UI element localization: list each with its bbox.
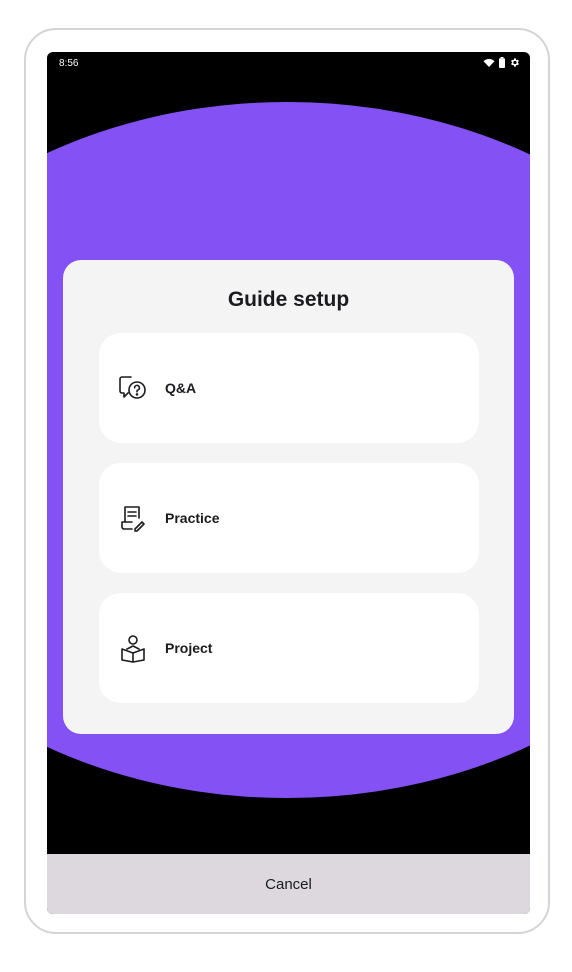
option-qa-label: Q&A xyxy=(165,380,197,396)
option-qa[interactable]: Q&A xyxy=(99,333,479,443)
option-project-label: Project xyxy=(165,640,213,656)
dialog-title: Guide setup xyxy=(227,288,350,311)
status-bar: 8:56 xyxy=(47,52,530,74)
cancel-button[interactable]: Cancel xyxy=(47,854,530,914)
guide-setup-dialog: Guide setup Q&A Practice Project xyxy=(63,260,514,734)
reader-book-icon xyxy=(117,632,149,664)
option-practice[interactable]: Practice xyxy=(99,463,479,573)
document-edit-icon xyxy=(117,502,149,534)
status-icons xyxy=(483,57,520,71)
wifi-icon xyxy=(483,58,495,71)
status-time: 8:56 xyxy=(59,58,79,69)
battery-icon xyxy=(499,57,505,71)
option-project[interactable]: Project xyxy=(99,593,479,703)
option-practice-label: Practice xyxy=(165,510,220,526)
app-screen: 8:56 Guide setup Q&A Practice Project Ca… xyxy=(47,52,530,914)
settings-icon xyxy=(509,57,520,71)
question-chat-icon xyxy=(117,372,149,404)
